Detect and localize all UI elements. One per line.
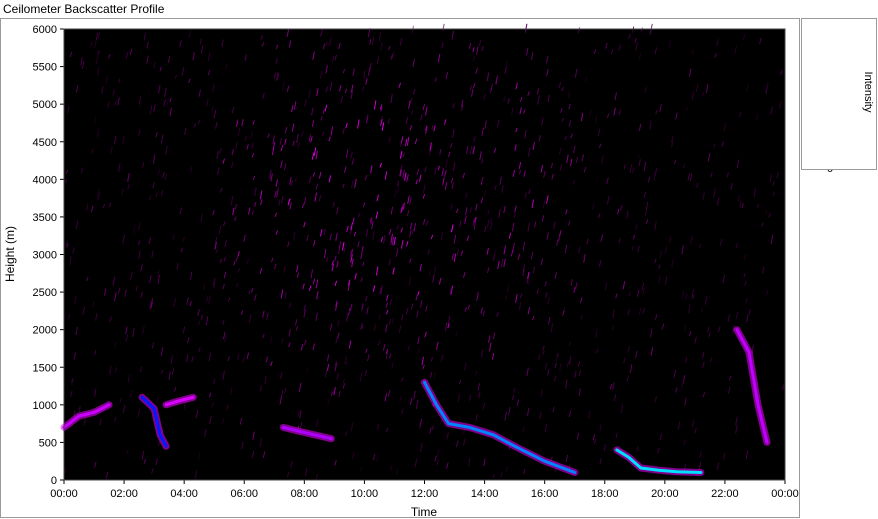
x-tick-label: 14:00 [471, 488, 499, 500]
backscatter-chart: 0 500 1000 1500 2000 2500 3000 3500 4000 4500 5000… [33, 17, 852, 500]
y-tick-label: 2000 [33, 325, 57, 337]
x-tick-label: 00:00 [50, 488, 78, 500]
y-tick-label: 3000 [33, 250, 57, 262]
x-tick-label: 04:00 [170, 488, 198, 500]
y-tick-label: 1500 [33, 362, 57, 374]
y-tick-label: 5000 [33, 99, 57, 111]
plot-area [64, 29, 785, 480]
y-tick-label: 4000 [33, 174, 57, 186]
y-axis-label: Height (m) [3, 225, 17, 283]
y-tick-label: 5500 [33, 62, 57, 74]
x-tick-label: 16:00 [531, 488, 559, 500]
x-tick-label: 06:00 [230, 488, 258, 500]
y-tick-label: 0 [51, 475, 57, 487]
x-axis-label: Time [410, 505, 438, 519]
x-tick-label: 22:00 [711, 488, 739, 500]
x-tick-label: 08:00 [291, 488, 319, 500]
colorbar-title: Intensity [862, 71, 874, 113]
x-tick-label: 20:00 [651, 488, 679, 500]
x-tick-label: 00:00 [771, 488, 799, 500]
y-tick-label: 3500 [33, 212, 57, 224]
y-tick-label: 6000 [33, 24, 57, 36]
x-tick-label: 12:00 [411, 488, 439, 500]
x-tick-label: 10:00 [351, 488, 379, 500]
y-tick-label: 500 [39, 437, 57, 449]
y-tick-label: 1000 [33, 400, 57, 412]
x-tick-label: 02:00 [110, 488, 138, 500]
y-tick-label: 4500 [33, 137, 57, 149]
x-tick-label: 18:00 [591, 488, 619, 500]
y-tick-label: 2500 [33, 287, 57, 299]
